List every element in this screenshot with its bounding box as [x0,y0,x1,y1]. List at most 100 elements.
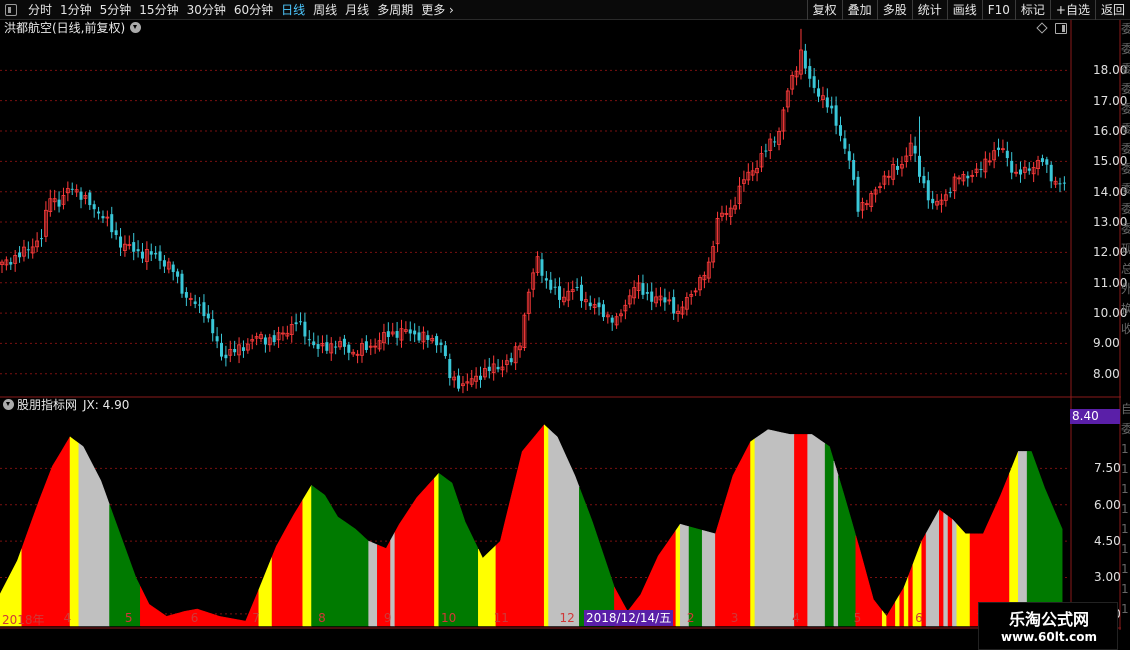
edge-glyph: 委 [1121,202,1130,216]
indicator-segment-green [311,484,369,627]
edge-glyph: 1 [1121,442,1129,456]
tab-period-1[interactable]: 1分钟 [56,0,96,20]
edge-glyph: 委 [1121,42,1130,56]
date-tick-label: 12 [559,611,575,625]
indicator-segment-green [438,472,479,627]
chart-area[interactable]: 洪都航空(日线,前复权) 股朋指标网 JX: 4.90 [0,20,1130,650]
tool-button-4[interactable]: 画线 [946,0,982,20]
candle-body-down [307,339,311,341]
date-tick-label: 5 [853,611,862,625]
indicator-tick-label: 4.50 [1094,534,1121,549]
tab-period-8[interactable]: 月线 [341,0,373,20]
candle-body-down [334,346,338,348]
candle-body-down [457,375,461,389]
tool-button-5[interactable]: F10 [981,0,1015,20]
chart-canvas[interactable] [0,20,1130,650]
candle-body-down [549,279,553,290]
candle-body-down [838,125,842,136]
tab-period-0[interactable]: 分时 [24,0,56,20]
indicator-last-value-badge: 8.40 [1070,409,1120,424]
candle-body-down [553,286,557,288]
candle-body-down [176,271,180,277]
date-tick-label: 5 [124,611,133,625]
candle-body-down [448,358,452,379]
tab-period-6[interactable]: 日线 [277,0,309,20]
candle-body-down [544,278,548,281]
candle-body-down [18,252,22,258]
tab-period-3[interactable]: 15分钟 [135,0,182,20]
panel-toggle-icon[interactable] [5,4,17,16]
tool-button-3[interactable]: 统计 [911,0,947,20]
edge-glyph: 总 [1121,262,1130,276]
candle-body-down [601,304,605,318]
candle-body-down [9,262,13,265]
candle-body-down [1005,150,1009,159]
edge-glyph: 1 [1121,562,1129,576]
candle-body-down [966,175,970,179]
tool-button-7[interactable]: +自选 [1049,0,1095,20]
candle-body-down [206,313,210,319]
tab-period-4[interactable]: 30分钟 [183,0,230,20]
tab-period-10[interactable]: 更多 › [417,0,458,20]
edge-glyph: 1 [1121,522,1129,536]
candle-body-down [202,302,206,317]
tool-button-8[interactable]: 返回 [1094,0,1130,20]
candle-body-down [922,175,926,184]
indicator-segment-red [271,499,303,627]
tool-button-6[interactable]: 标记 [1014,0,1050,20]
candle-body-down [26,249,30,251]
edge-glyph [1121,360,1130,379]
tab-period-5[interactable]: 60分钟 [230,0,277,20]
date-tick-label: 6 [915,611,923,625]
indicator-segment-red [794,434,808,627]
tool-button-0[interactable]: 复权 [806,0,842,20]
window-icon[interactable] [1055,23,1067,34]
candle-body-down [347,344,351,353]
candle-body-down [342,338,346,347]
indicator-segment-green [579,487,615,627]
indicator-segment-yellow [750,438,756,627]
edge-glyph [1121,380,1130,399]
candle-body-down [114,230,118,236]
indicator-segment-gray [78,442,110,627]
tab-period-2[interactable]: 5分钟 [96,0,136,20]
candle-body-down [119,236,123,248]
candle-body-down [439,342,443,345]
candle-body-down [435,336,439,346]
candle-body-down [588,302,592,307]
candle-body-down [233,349,237,353]
price-tick-label: 9.00 [1093,336,1120,351]
tool-button-2[interactable]: 多股 [876,0,912,20]
candle-body-down [575,286,579,288]
edge-glyph: 委 [1121,162,1130,176]
date-tick-label: 2018年 [2,613,45,627]
indicator-jx-value: JX: 4.90 [83,398,130,412]
edge-glyph: 委 [1121,82,1130,96]
candle-body-down [808,66,812,79]
chevron-down-icon[interactable] [3,399,14,410]
candle-body-down [650,291,654,302]
candle-body-down [193,301,197,305]
tab-period-7[interactable]: 周线 [309,0,341,20]
candle-body-down [132,242,136,252]
candle-body-down [979,168,983,170]
candle-body-down [272,335,276,343]
watermark-title: 乐淘公式网 [1008,610,1089,629]
date-tick-label: 10 [441,611,457,625]
indicator-segment-gray [925,508,940,627]
candle-body-down [57,199,61,207]
watermark-url: www.60lt.com [1000,630,1098,644]
date-tick-label: 4 [63,611,72,625]
candle-body-down [641,283,645,295]
date-tick-label: 2 [686,611,695,625]
indicator-segment-gray [807,434,826,627]
chevron-down-icon[interactable] [130,22,142,33]
candle-body-down [70,188,74,190]
candle-body-down [40,238,44,240]
candle-body-down [136,249,140,252]
edge-glyph: 1 [1121,462,1129,476]
tab-period-9[interactable]: 多周期 [373,0,417,20]
tool-button-1[interactable]: 叠加 [841,0,877,20]
candle-body-down [263,337,267,345]
candle-body-down [162,260,166,267]
